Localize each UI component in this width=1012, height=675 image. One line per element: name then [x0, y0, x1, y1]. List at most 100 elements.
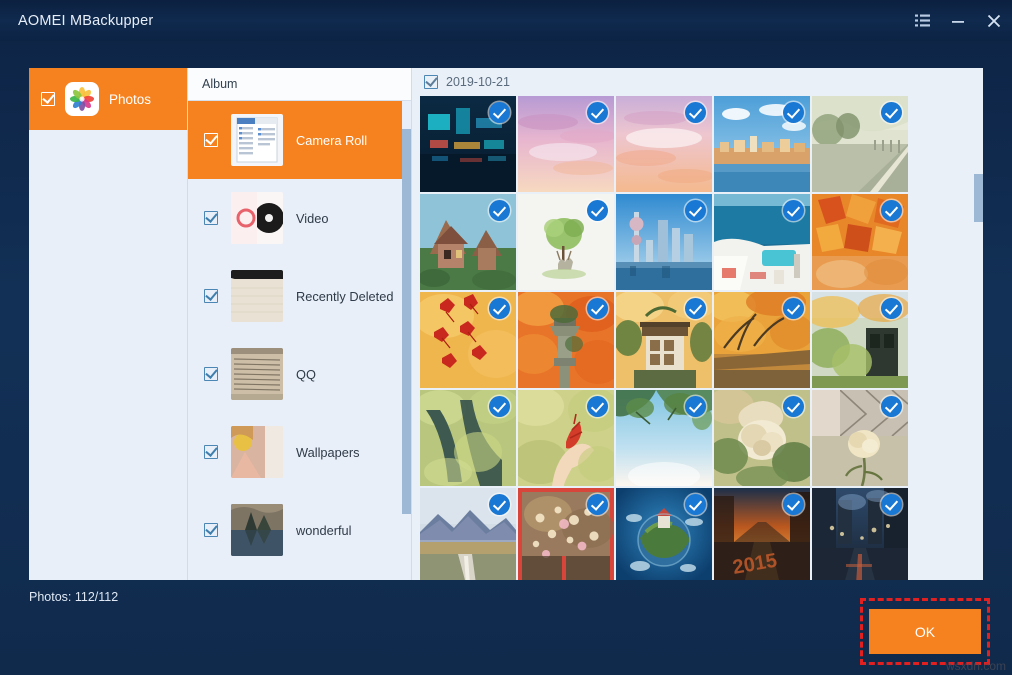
photo-checkmark[interactable] [685, 494, 706, 515]
minimize-icon [951, 15, 965, 27]
album-thumbnail [231, 348, 283, 400]
photo-checkmark[interactable] [587, 200, 608, 221]
photo-checkmark[interactable] [685, 102, 706, 123]
album-item-label: Video [296, 211, 329, 226]
window-controls [904, 0, 1012, 41]
photo-thumbnail[interactable] [714, 292, 810, 388]
source-column: Photos [29, 68, 188, 580]
photo-thumbnail[interactable] [714, 96, 810, 192]
album-item-label: Wallpapers [296, 445, 360, 460]
photo-thumbnail[interactable] [812, 488, 908, 580]
album-item-label: Recently Deleted [296, 289, 393, 304]
photo-checkmark[interactable] [881, 494, 902, 515]
album-item-qq[interactable]: QQ [188, 335, 411, 413]
photo-thumbnail[interactable] [812, 390, 908, 486]
photo-checkmark[interactable] [881, 298, 902, 319]
album-item-recently-deleted[interactable]: Recently Deleted [188, 257, 411, 335]
photo-checkmark[interactable] [881, 396, 902, 417]
album-scrollbar-thumb[interactable] [402, 129, 411, 514]
album-item-label: wonderful [296, 523, 352, 538]
watermark: wsxdn.com [946, 659, 1006, 673]
album-item-wallpapers[interactable]: Wallpapers [188, 413, 411, 491]
minimize-button[interactable] [940, 0, 976, 41]
date-group-header: 2019-10-21 [412, 68, 983, 96]
album-checkbox[interactable] [204, 523, 218, 537]
photo-checkmark[interactable] [489, 494, 510, 515]
photo-grid-scroll: 2015 [412, 96, 983, 580]
photo-grid-scrollbar-thumb[interactable] [974, 174, 983, 222]
date-group-checkbox[interactable] [424, 75, 438, 89]
photo-thumbnail[interactable] [518, 488, 614, 580]
photo-checkmark[interactable] [685, 396, 706, 417]
photo-thumbnail[interactable] [420, 488, 516, 580]
album-item-video[interactable]: Video [188, 179, 411, 257]
date-group-label: 2019-10-21 [446, 75, 510, 89]
photo-thumbnail[interactable] [714, 194, 810, 290]
album-checkbox[interactable] [204, 211, 218, 225]
album-checkbox[interactable] [204, 445, 218, 459]
photo-thumbnail[interactable] [420, 292, 516, 388]
photos-count-label: Photos: 112/112 [29, 590, 118, 604]
photo-grid-column: 2019-10-21 [412, 68, 983, 580]
photo-checkmark[interactable] [587, 396, 608, 417]
album-checkbox[interactable] [204, 367, 218, 381]
photo-thumbnail[interactable] [518, 96, 614, 192]
photo-thumbnail[interactable] [518, 390, 614, 486]
photo-checkmark[interactable] [685, 200, 706, 221]
album-thumbnail [231, 270, 283, 322]
photo-checkmark[interactable] [783, 396, 804, 417]
content-area: Photos Album [29, 68, 983, 580]
album-thumbnail [231, 114, 283, 166]
photo-thumbnail[interactable] [812, 292, 908, 388]
photo-thumbnail[interactable] [420, 194, 516, 290]
photos-checkbox[interactable] [41, 92, 55, 106]
photo-checkmark[interactable] [587, 102, 608, 123]
sidebar-item-photos[interactable]: Photos [29, 68, 187, 130]
menu-button[interactable] [904, 0, 940, 41]
photo-checkmark[interactable] [783, 102, 804, 123]
album-thumbnail [231, 426, 283, 478]
album-checkbox[interactable] [204, 289, 218, 303]
photo-grid-scrollbar-track[interactable] [974, 96, 983, 580]
photo-thumbnail[interactable] [518, 194, 614, 290]
album-item-wonderful[interactable]: wonderful [188, 491, 411, 569]
photo-checkmark[interactable] [881, 200, 902, 221]
photo-thumbnail[interactable] [420, 390, 516, 486]
photo-thumbnail[interactable] [812, 194, 908, 290]
sidebar-item-label: Photos [109, 92, 151, 107]
app-window: AOMEI MBackupper [0, 0, 1012, 675]
close-button[interactable] [976, 0, 1012, 41]
album-list: Camera Roll Video [188, 101, 411, 580]
album-header: Album [188, 68, 411, 101]
photo-checkmark[interactable] [489, 396, 510, 417]
album-checkbox[interactable] [204, 133, 218, 147]
photo-thumbnail[interactable] [616, 292, 712, 388]
photo-thumbnail[interactable] [616, 194, 712, 290]
photo-checkmark[interactable] [881, 102, 902, 123]
photo-thumbnail[interactable] [616, 390, 712, 486]
photo-checkmark[interactable] [489, 102, 510, 123]
photo-checkmark[interactable] [783, 298, 804, 319]
photo-thumbnail[interactable] [420, 96, 516, 192]
album-item-camera-roll[interactable]: Camera Roll [188, 101, 411, 179]
photo-thumbnail[interactable] [714, 390, 810, 486]
photo-checkmark[interactable] [685, 298, 706, 319]
photo-thumbnail[interactable] [616, 488, 712, 580]
photo-checkmark[interactable] [587, 494, 608, 515]
ok-button[interactable]: OK [869, 609, 981, 654]
photo-checkmark[interactable] [587, 298, 608, 319]
photo-checkmark[interactable] [489, 200, 510, 221]
album-thumbnail [231, 504, 283, 556]
album-scrollbar-track[interactable] [402, 101, 411, 580]
title-bar: AOMEI MBackupper [0, 0, 1012, 41]
photo-thumbnail[interactable] [616, 96, 712, 192]
photo-thumbnail[interactable]: 2015 [714, 488, 810, 580]
photo-checkmark[interactable] [783, 494, 804, 515]
album-thumbnail [231, 192, 283, 244]
photo-thumbnail[interactable] [518, 292, 614, 388]
photo-checkmark[interactable] [489, 298, 510, 319]
photo-checkmark[interactable] [783, 200, 804, 221]
photo-thumbnail[interactable] [812, 96, 908, 192]
album-item-label: QQ [296, 367, 316, 382]
album-header-label: Album [202, 77, 237, 91]
